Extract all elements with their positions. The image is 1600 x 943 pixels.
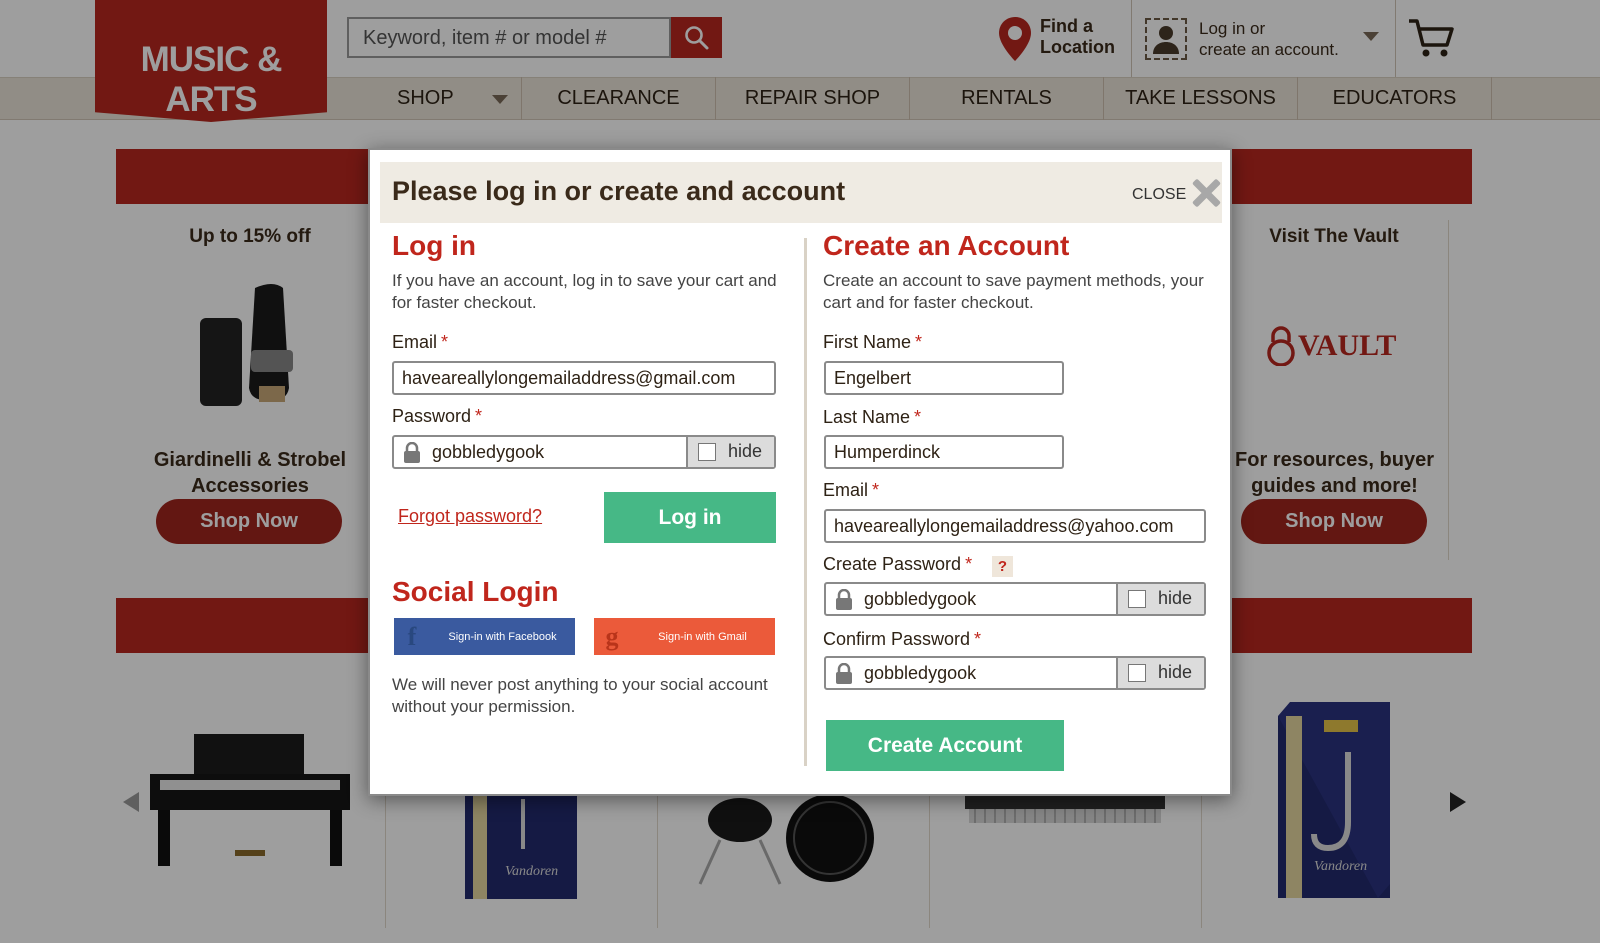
hide-label: hide bbox=[728, 441, 763, 461]
create-email-field[interactable]: haveareallylongemailaddress@yahoo.com bbox=[824, 509, 1206, 543]
login-button[interactable]: Log in bbox=[604, 492, 776, 543]
facebook-signin-label: Sign-in with Facebook bbox=[448, 630, 557, 643]
create-password-value: gobbledygook bbox=[864, 589, 977, 609]
hide-label: hide bbox=[1158, 588, 1193, 608]
login-email-label: Email bbox=[392, 332, 438, 352]
last-name-field[interactable]: Humperdinck bbox=[824, 435, 1064, 469]
close-label[interactable]: CLOSE bbox=[1132, 186, 1186, 204]
social-note: We will never post anything to your soci… bbox=[392, 675, 768, 716]
hide-checkbox[interactable] bbox=[698, 443, 716, 461]
required-mark: * bbox=[915, 332, 923, 352]
lock-icon bbox=[836, 663, 852, 684]
hide-password-toggle[interactable]: hide bbox=[1116, 584, 1204, 614]
login-email-field[interactable]: haveareallylongemailaddress@gmail.com bbox=[392, 361, 776, 395]
required-mark: * bbox=[914, 407, 922, 427]
gmail-signin-label: Sign-in with Gmail bbox=[658, 630, 747, 643]
confirm-password-field[interactable]: gobbledygook hide bbox=[824, 656, 1206, 690]
login-title: Log in bbox=[392, 230, 476, 261]
hide-password-toggle[interactable]: hide bbox=[686, 437, 774, 467]
confirm-password-value: gobbledygook bbox=[864, 663, 977, 683]
first-name-field[interactable]: Engelbert bbox=[824, 361, 1064, 395]
forgot-password-link[interactable]: Forgot password? bbox=[398, 506, 542, 527]
required-mark: * bbox=[441, 332, 449, 352]
modal-title: Please log in or create and account bbox=[392, 176, 846, 206]
hide-checkbox[interactable] bbox=[1128, 664, 1146, 682]
modal-header: Please log in or create and account CLOS… bbox=[380, 162, 1222, 223]
social-login-title: Social Login bbox=[392, 576, 559, 607]
login-password-field[interactable]: gobbledygook hide bbox=[392, 435, 776, 469]
lock-icon bbox=[404, 442, 420, 463]
facebook-signin-button[interactable]: f Sign-in with Facebook bbox=[394, 618, 575, 655]
create-password-label: Create Password bbox=[823, 554, 962, 574]
required-mark: * bbox=[872, 480, 880, 500]
gmail-signin-button[interactable]: g Sign-in with Gmail bbox=[594, 618, 775, 655]
create-account-title: Create an Account bbox=[823, 230, 1070, 261]
confirm-password-label: Confirm Password bbox=[823, 629, 971, 649]
required-mark: * bbox=[974, 629, 982, 649]
password-help-icon[interactable]: ? bbox=[992, 556, 1013, 577]
create-email-label: Email bbox=[823, 480, 869, 500]
column-divider bbox=[804, 238, 807, 766]
login-modal: Please log in or create and account CLOS… bbox=[368, 148, 1232, 796]
hide-label: hide bbox=[1158, 662, 1193, 682]
facebook-icon: f bbox=[407, 621, 417, 651]
first-name-label: First Name bbox=[823, 332, 912, 352]
login-password-value: gobbledygook bbox=[432, 442, 545, 462]
google-icon: g bbox=[605, 621, 619, 651]
required-mark: * bbox=[965, 554, 973, 574]
last-name-label: Last Name bbox=[823, 407, 911, 427]
hide-password-toggle[interactable]: hide bbox=[1116, 658, 1204, 688]
create-account-button[interactable]: Create Account bbox=[826, 720, 1064, 771]
lock-icon bbox=[836, 589, 852, 610]
create-account-description: Create an account to save payment method… bbox=[823, 271, 1204, 312]
required-mark: * bbox=[475, 406, 483, 426]
login-password-label: Password bbox=[392, 406, 472, 426]
close-icon[interactable] bbox=[1190, 177, 1222, 209]
create-password-field[interactable]: gobbledygook hide bbox=[824, 582, 1206, 616]
hide-checkbox[interactable] bbox=[1128, 590, 1146, 608]
login-description: If you have an account, log in to save y… bbox=[392, 271, 777, 312]
